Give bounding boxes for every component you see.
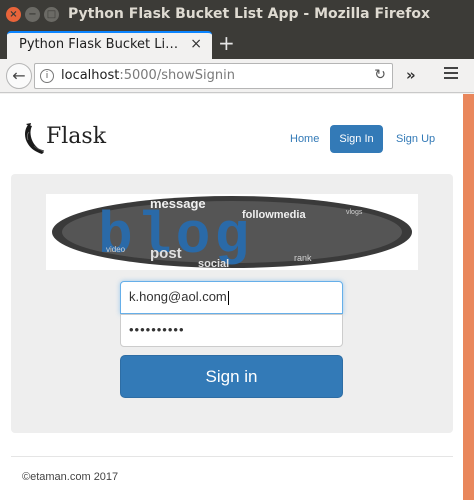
word-rank: rank — [294, 253, 312, 263]
brand-logo[interactable]: Flask — [22, 122, 108, 156]
url-path: :5000/showSignin — [119, 68, 236, 83]
info-icon[interactable]: i — [40, 69, 54, 83]
chevron-double-right-icon[interactable]: » — [406, 66, 416, 84]
url-text[interactable]: localhost:5000/showSignin — [61, 68, 235, 83]
blog-word-cloud-image: message followmedia blog post social ran… — [46, 194, 418, 270]
nav-home-link[interactable]: Home — [290, 133, 319, 145]
url-bar[interactable]: i localhost:5000/showSignin ↻ — [34, 63, 393, 89]
tab-label: Python Flask Bucket Li… — [19, 37, 179, 52]
password-field-value: •••••••••• — [129, 322, 185, 337]
nav-signup-link[interactable]: Sign Up — [396, 133, 435, 145]
reload-icon[interactable]: ↻ — [374, 67, 386, 83]
window-title: Python Flask Bucket List App - Mozilla F… — [68, 6, 430, 22]
text-caret — [227, 290, 229, 305]
tab-strip: Python Flask Bucket Li… × + — [0, 29, 474, 59]
nav-signin-button[interactable]: Sign In — [330, 125, 383, 153]
page-viewport: Flask Home Sign In Sign Up message follo… — [0, 94, 463, 500]
window-titlebar: × − □ Python Flask Bucket List App - Moz… — [0, 0, 474, 29]
password-field[interactable]: •••••••••• — [120, 314, 343, 347]
email-field-value: k.hong@aol.com — [129, 289, 227, 304]
window-close-button[interactable]: × — [6, 7, 21, 22]
blog-word-cloud-graphic: message followmedia blog post social ran… — [52, 196, 412, 270]
word-social: social — [198, 258, 229, 270]
back-arrow-icon[interactable]: ← — [6, 63, 32, 89]
signin-submit-button[interactable]: Sign in — [120, 355, 343, 398]
signin-panel: message followmedia blog post social ran… — [11, 174, 453, 433]
word-vlogs: vlogs — [346, 209, 363, 216]
url-host: localhost — [61, 68, 120, 83]
footer-copyright: ©etaman.com 2017 — [22, 471, 119, 483]
footer-divider — [11, 456, 453, 457]
window-maximize-button[interactable]: □ — [44, 7, 59, 22]
word-video: video — [106, 245, 126, 254]
brand-name: Flask — [46, 124, 107, 149]
sidebar-accent-strip — [463, 94, 474, 500]
new-tab-button[interactable]: + — [218, 31, 235, 55]
tab-close-icon[interactable]: × — [190, 36, 202, 52]
hamburger-menu-icon[interactable] — [444, 67, 458, 82]
window-minimize-button[interactable]: − — [25, 7, 40, 22]
tab-active[interactable]: Python Flask Bucket Li… × — [7, 31, 212, 59]
word-post: post — [150, 245, 182, 262]
email-field[interactable]: k.hong@aol.com — [120, 281, 343, 314]
navigation-toolbar: ← i localhost:5000/showSignin ↻ » — [0, 59, 474, 93]
flask-horn-icon — [25, 123, 45, 154]
